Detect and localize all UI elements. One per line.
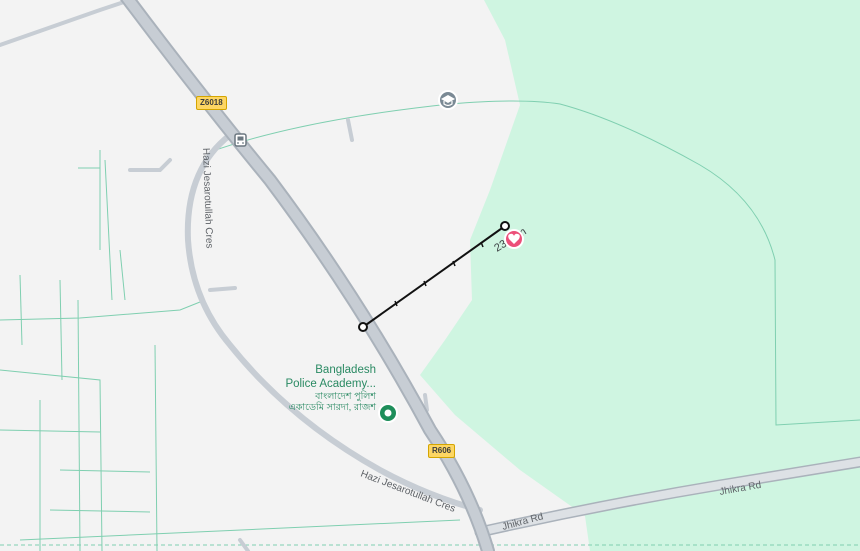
graduation-cap-icon[interactable] <box>438 90 458 110</box>
route-shield-z6018: Z6018 <box>196 96 227 110</box>
road-label-hazi-bottom: Hazi Jesarotullah Cres <box>359 469 457 515</box>
measure-start-point[interactable] <box>358 322 368 332</box>
main-road-r606 <box>120 0 495 551</box>
measure-end-point[interactable] <box>500 221 510 231</box>
bus-stop-icon[interactable] <box>234 133 247 147</box>
route-shield-r606: R606 <box>428 444 456 458</box>
poi-name-line1: Bangladesh <box>315 364 376 376</box>
map-layer: Hazi Jesarotullah Cres Hazi Jesarotullah… <box>0 0 860 551</box>
map-pin-icon[interactable] <box>378 403 398 423</box>
poi-label-police-academy[interactable]: Bangladesh Police Academy... বাংলাদেশ পু… <box>268 363 376 413</box>
map-canvas[interactable]: Hazi Jesarotullah Cres Hazi Jesarotullah… <box>0 0 860 551</box>
road-label-hazi-left: Hazi Jesarotullah Cres <box>200 148 215 249</box>
poi-name-bn-line2: একাডেমি সারদা, রাজশ <box>288 402 376 413</box>
poi-name-bn-line1: বাংলাদেশ পুলিশ <box>315 391 376 402</box>
heart-pin-icon[interactable] <box>504 229 524 249</box>
road-label-jhikra-1: Jhikra Rd <box>501 511 545 533</box>
poi-name-line2: Police Academy... <box>285 378 376 390</box>
